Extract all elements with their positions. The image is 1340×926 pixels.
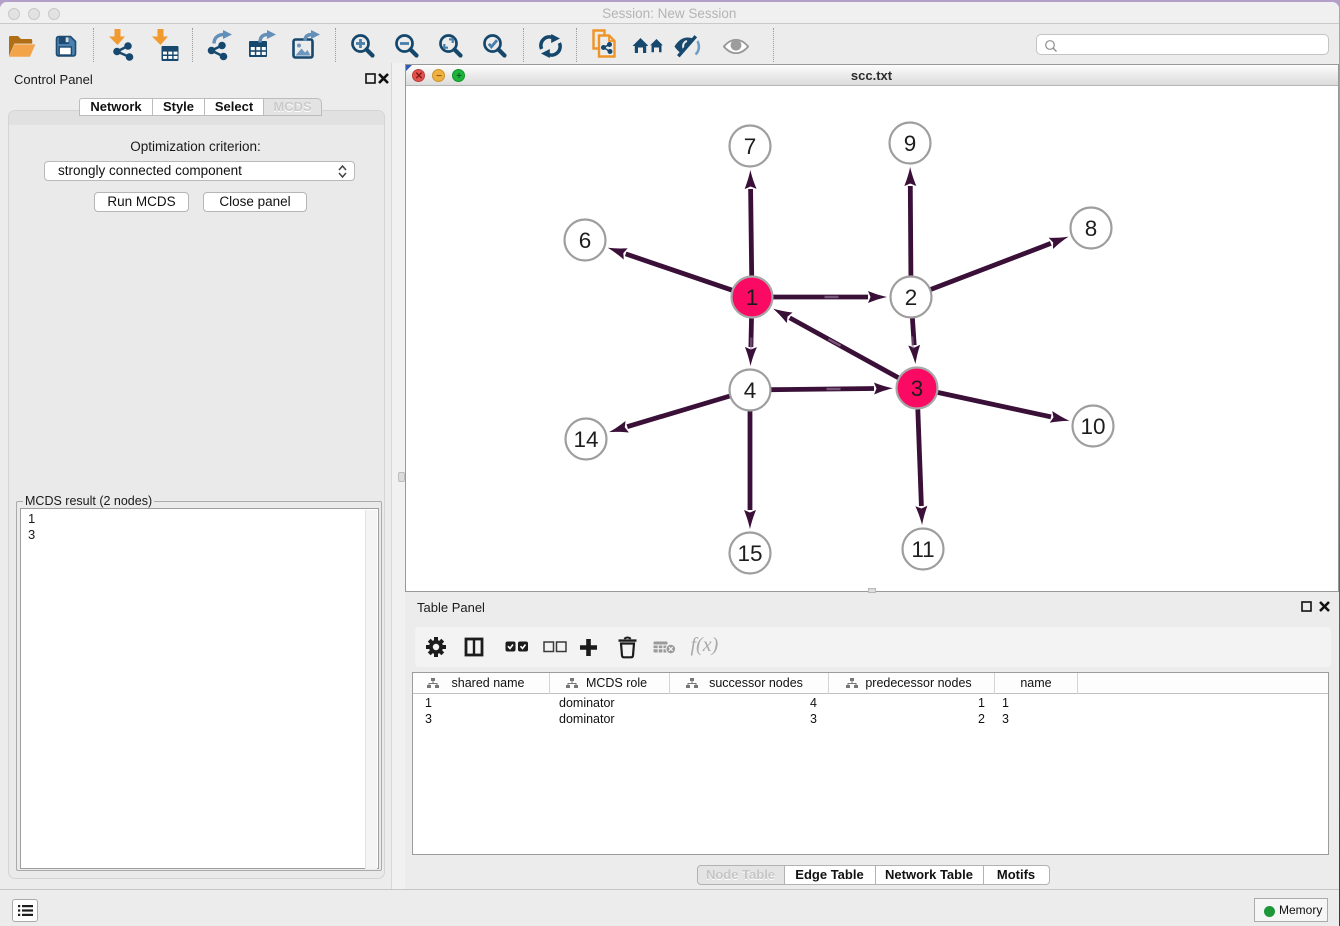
svg-text:10: 10 xyxy=(1080,414,1105,439)
svg-text:6: 6 xyxy=(578,228,591,253)
svg-text:15: 15 xyxy=(737,541,762,566)
svg-text:9: 9 xyxy=(903,131,916,156)
svg-text:7: 7 xyxy=(743,134,756,159)
svg-text:14: 14 xyxy=(573,427,598,452)
svg-text:1: 1 xyxy=(745,285,758,310)
svg-text:3: 3 xyxy=(910,376,923,401)
svg-text:4: 4 xyxy=(743,378,756,403)
svg-text:8: 8 xyxy=(1084,216,1097,241)
svg-text:2: 2 xyxy=(904,285,917,310)
svg-text:11: 11 xyxy=(911,537,934,562)
